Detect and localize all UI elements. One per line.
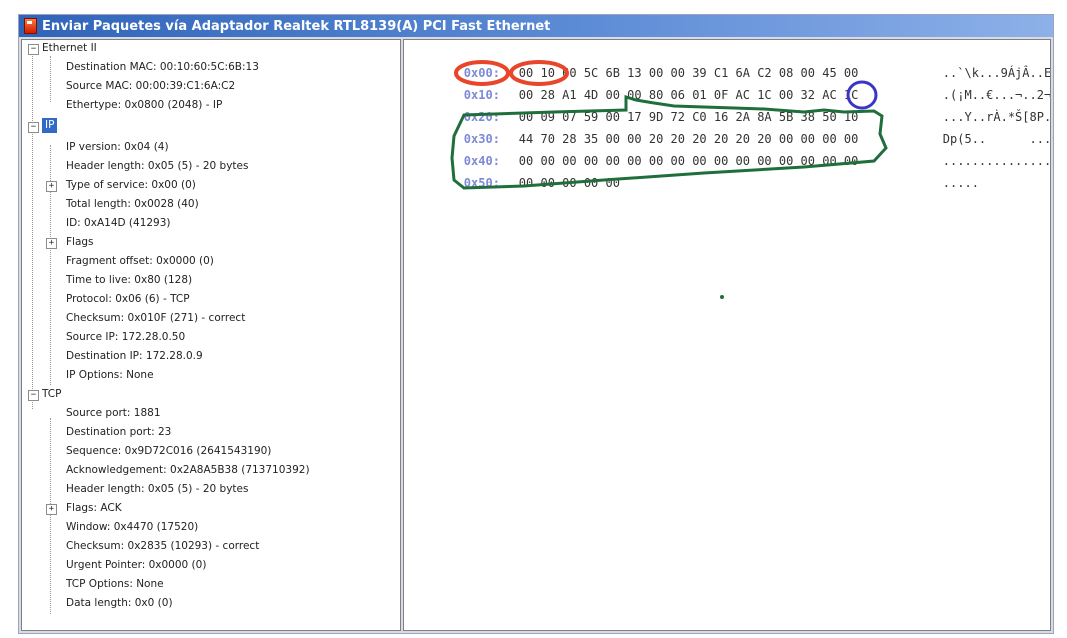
expand-tcp-flags-toggle[interactable]: + — [46, 504, 57, 515]
tree-item-dst-ip[interactable]: Destination IP: 172.28.0.9 — [66, 347, 203, 365]
tree-item-fragment-offset[interactable]: Fragment offset: 0x0000 (0) — [66, 252, 214, 270]
tree-eth-line — [50, 56, 51, 102]
window-title: Enviar Paquetes vía Adaptador Realtek RT… — [42, 18, 551, 34]
tree-item-tcp-header-length[interactable]: Header length: 0x05 (5) - 20 bytes — [66, 480, 248, 498]
tree-item-sequence[interactable]: Sequence: 0x9D72C016 (2641543190) — [66, 442, 271, 460]
hex-offset: 0x50: — [463, 176, 500, 190]
tree-item-protocol[interactable]: Protocol: 0x06 (6) - TCP — [66, 290, 190, 308]
packet-tree[interactable]: − Ethernet II Destination MAC: 00:10:60:… — [21, 39, 401, 631]
tree-item-dst-mac[interactable]: Destination MAC: 00:10:60:5C:6B:13 — [66, 58, 259, 76]
tree-item-ip-version[interactable]: IP version: 0x04 (4) — [66, 138, 169, 156]
tree-item-src-mac[interactable]: Source MAC: 00:00:39:C1:6A:C2 — [66, 77, 235, 95]
expand-tos-toggle[interactable]: + — [46, 181, 57, 192]
tree-item-ethertype[interactable]: Ethertype: 0x0800 (2048) - IP — [66, 96, 222, 114]
tree-node-ip[interactable]: IP — [42, 116, 58, 134]
hex-row[interactable]: 0x50: 00 00 00 00 00..... — [406, 150, 979, 190]
hex-row[interactable]: 0x20: 00 09 07 59 00 17 9D 72 C0 16 2A 8A… — [406, 84, 1050, 124]
hex-ascii[interactable]: ..... — [943, 176, 979, 190]
tree-item-total-length[interactable]: Total length: 0x0028 (40) — [66, 195, 199, 213]
tree-item-tcp-options[interactable]: TCP Options: None — [66, 575, 164, 593]
tree-item-ip-header-length[interactable]: Header length: 0x05 (5) - 20 bytes — [66, 157, 248, 175]
expand-ip-flags-toggle[interactable]: + — [46, 238, 57, 249]
hex-dump-panel[interactable]: 0x00: 00 10 60 5C 6B 13 00 00 39 C1 6A C2… — [403, 39, 1051, 631]
tree-item-ack[interactable]: Acknowledgement: 0x2A8A5B38 (713710392) — [66, 461, 310, 479]
tree-tcp-line — [50, 418, 51, 614]
app-icon — [24, 18, 37, 34]
tree-item-dst-port[interactable]: Destination port: 23 — [66, 423, 171, 441]
tree-item-data-length[interactable]: Data length: 0x0 (0) — [66, 594, 173, 612]
title-bar: Enviar Paquetes vía Adaptador Realtek RT… — [19, 15, 1053, 37]
tree-node-ethernet[interactable]: Ethernet II — [42, 40, 97, 57]
tree-item-src-port[interactable]: Source port: 1881 — [66, 404, 161, 422]
tree-root-line — [32, 54, 33, 409]
collapse-tcp-toggle[interactable]: − — [28, 390, 39, 401]
tree-item-ip-flags[interactable]: Flags — [66, 233, 94, 251]
tree-item-ip-options[interactable]: IP Options: None — [66, 366, 154, 384]
tree-item-tos[interactable]: Type of service: 0x00 (0) — [66, 176, 196, 194]
hex-bytes[interactable]: 00 00 00 00 00 — [519, 172, 943, 194]
tree-item-ip-checksum[interactable]: Checksum: 0x010F (271) - correct — [66, 309, 245, 327]
collapse-ethernet-toggle[interactable]: − — [28, 44, 39, 55]
content-area: − Ethernet II Destination MAC: 00:10:60:… — [21, 39, 1051, 631]
tree-item-ip-id[interactable]: ID: 0xA14D (41293) — [66, 214, 171, 232]
hex-row[interactable]: 0x30: 44 70 28 35 00 00 20 20 20 20 20 20… — [406, 106, 1050, 146]
hex-row[interactable]: 0x00: 00 10 60 5C 6B 13 00 00 39 C1 6A C2… — [406, 40, 1050, 80]
tree-item-window[interactable]: Window: 0x4470 (17520) — [66, 518, 198, 536]
collapse-ip-toggle[interactable]: − — [28, 122, 39, 133]
hex-row[interactable]: 0x40: 00 00 00 00 00 00 00 00 00 00 00 00… — [406, 128, 1050, 168]
tree-item-tcp-flags[interactable]: Flags: ACK — [66, 499, 122, 517]
tree-item-ttl[interactable]: Time to live: 0x80 (128) — [66, 271, 192, 289]
send-packets-window: Enviar Paquetes vía Adaptador Realtek RT… — [18, 14, 1054, 634]
hex-row[interactable]: 0x10: 00 28 A1 4D 00 00 80 06 01 0F AC 1C… — [406, 62, 1050, 102]
tree-item-tcp-checksum[interactable]: Checksum: 0x2835 (10293) - correct — [66, 537, 259, 555]
tree-node-tcp[interactable]: TCP — [42, 385, 61, 403]
tree-item-urgent-pointer[interactable]: Urgent Pointer: 0x0000 (0) — [66, 556, 206, 574]
tree-node-ip-label[interactable]: IP — [42, 118, 58, 133]
green-dot — [720, 295, 724, 299]
tree-item-src-ip[interactable]: Source IP: 172.28.0.50 — [66, 328, 185, 346]
